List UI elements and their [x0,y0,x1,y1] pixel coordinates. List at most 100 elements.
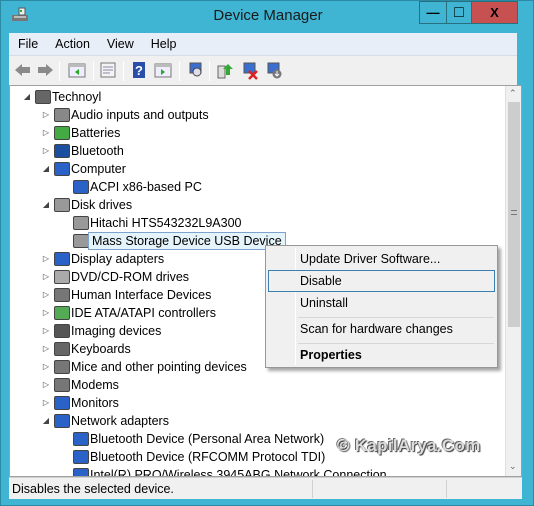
tree-item-label: Imaging devices [71,324,162,338]
menu-file[interactable]: File [9,37,46,51]
forward-icon[interactable] [35,60,55,80]
tree-item-label: Batteries [71,126,121,140]
menu-help[interactable]: Help [142,37,185,51]
tree-item[interactable]: ▷ Bluetooth [10,142,505,160]
back-icon[interactable] [13,60,33,80]
disk-icon [73,216,89,230]
tree-item[interactable]: ◢ Computer [10,160,505,178]
display-icon [54,252,70,266]
context-menu: Update Driver Software... Disable Uninst… [265,245,498,368]
tree-item-label: Mice and other pointing devices [71,360,247,374]
show-hide-console-tree-icon[interactable] [67,60,87,80]
mouse-icon [54,360,70,374]
tree-item-label: IDE ATA/ATAPI controllers [71,306,216,320]
tree-item-label: DVD/CD-ROM drives [71,270,190,284]
disk-icon [54,198,70,212]
expand-arrow-icon[interactable]: ▷ [41,304,51,322]
tree-item-label: Disk drives [71,198,133,212]
status-bar: Disables the selected device. [9,477,522,499]
toolbar: ? [9,55,517,85]
tree-item-label: Audio inputs and outputs [71,108,209,122]
tree-item[interactable]: ▷ Modems [10,376,505,394]
maximize-button[interactable]: □ [446,1,472,24]
menu-item-uninstall[interactable]: Uninstall [268,292,495,314]
monitor-icon [54,396,70,410]
battery-icon [54,126,70,140]
dvd-icon [54,270,70,284]
expand-arrow-icon[interactable]: ▷ [41,322,51,340]
modem-icon [54,378,70,392]
monitor-icon [73,180,89,194]
tree-item-label: Technoyl [52,90,102,104]
menu-item-properties[interactable]: Properties [268,344,495,366]
camera-icon [54,324,70,338]
watermark: © KapilArya.Com [337,436,481,455]
network-icon [73,432,89,446]
keyboard-icon [54,342,70,356]
tree-item-label: Network adapters [71,414,169,428]
tree-item[interactable]: ◢ Disk drives [10,196,505,214]
tree-item-label: Bluetooth Device (RFCOMM Protocol TDI) [90,450,326,464]
expand-arrow-icon[interactable]: ▷ [41,268,51,286]
scroll-down-icon[interactable]: ⌄ [509,461,517,472]
close-button[interactable]: X [471,1,518,24]
vertical-scrollbar[interactable]: ⌃ ⌄ [505,86,521,476]
tree-item-label: Human Interface Devices [71,288,212,302]
menu-item-disable[interactable]: Disable [268,270,495,292]
network-icon [54,414,70,428]
expand-arrow-icon[interactable]: ▷ [41,394,51,412]
tree-item[interactable]: ◢ Network adapters [10,412,505,430]
expand-arrow-icon[interactable]: ▷ [41,106,51,124]
svg-text:?: ? [135,63,143,78]
menu-action[interactable]: Action [46,37,98,51]
expand-arrow-icon[interactable]: ▷ [41,340,51,358]
expand-arrow-icon[interactable]: ▷ [41,142,51,160]
tree-item-label: Computer [71,162,126,176]
hid-icon [54,288,70,302]
tree-item-label: Bluetooth Device (Personal Area Network) [90,432,325,446]
tree-item-label: ACPI x86-based PC [90,180,202,194]
disable-icon[interactable] [263,60,283,80]
tree-item-label: Keyboards [71,342,131,356]
network-icon [73,450,89,464]
tree-item-label: Hitachi HTS543232L9A300 [90,216,242,230]
tree-item-label: Display adapters [71,252,165,266]
menu-item-update-driver[interactable]: Update Driver Software... [268,248,495,270]
expand-arrow-icon[interactable]: ▷ [41,358,51,376]
update-driver-icon[interactable] [215,60,235,80]
uninstall-icon[interactable] [239,60,259,80]
tree-item[interactable]: Hitachi HTS543232L9A300 [10,214,505,232]
tree-item[interactable]: ▷ Batteries [10,124,505,142]
properties-icon[interactable] [98,60,118,80]
device-manager-window: Device Manager — □ X File Action View He… [0,0,534,506]
tree-item[interactable]: ◢ Technoyl [10,88,505,106]
scan-hardware-icon[interactable] [185,60,205,80]
ide-icon [54,306,70,320]
speaker-icon [54,108,70,122]
network-icon [73,468,89,476]
expand-arrow-icon[interactable]: ▷ [41,286,51,304]
collapse-arrow-icon[interactable]: ◢ [22,88,32,106]
tree-item[interactable]: Intel(R) PRO/Wireless 3945ABG Network Co… [10,466,505,476]
scroll-up-icon[interactable]: ⌃ [509,88,517,99]
bluetooth-icon [54,144,70,158]
monitor-icon [54,162,70,176]
collapse-arrow-icon[interactable]: ◢ [41,160,51,178]
help-icon[interactable]: ? [129,60,149,80]
status-text: Disables the selected device. [12,482,174,496]
expand-arrow-icon[interactable]: ▷ [41,124,51,142]
menu-view[interactable]: View [98,37,142,51]
tree-item[interactable]: ▷ Monitors [10,394,505,412]
expand-arrow-icon[interactable]: ▷ [41,376,51,394]
title-bar[interactable]: Device Manager — □ X [1,1,534,33]
scrollbar-thumb[interactable] [508,102,520,327]
show-action-pane-icon[interactable] [153,60,173,80]
minimize-button[interactable]: — [419,1,447,24]
menu-item-scan-hardware[interactable]: Scan for hardware changes [268,318,495,340]
computer-icon [35,90,51,104]
expand-arrow-icon[interactable]: ▷ [41,250,51,268]
tree-item[interactable]: ▷ Audio inputs and outputs [10,106,505,124]
collapse-arrow-icon[interactable]: ◢ [41,412,51,430]
collapse-arrow-icon[interactable]: ◢ [41,196,51,214]
tree-item[interactable]: ACPI x86-based PC [10,178,505,196]
